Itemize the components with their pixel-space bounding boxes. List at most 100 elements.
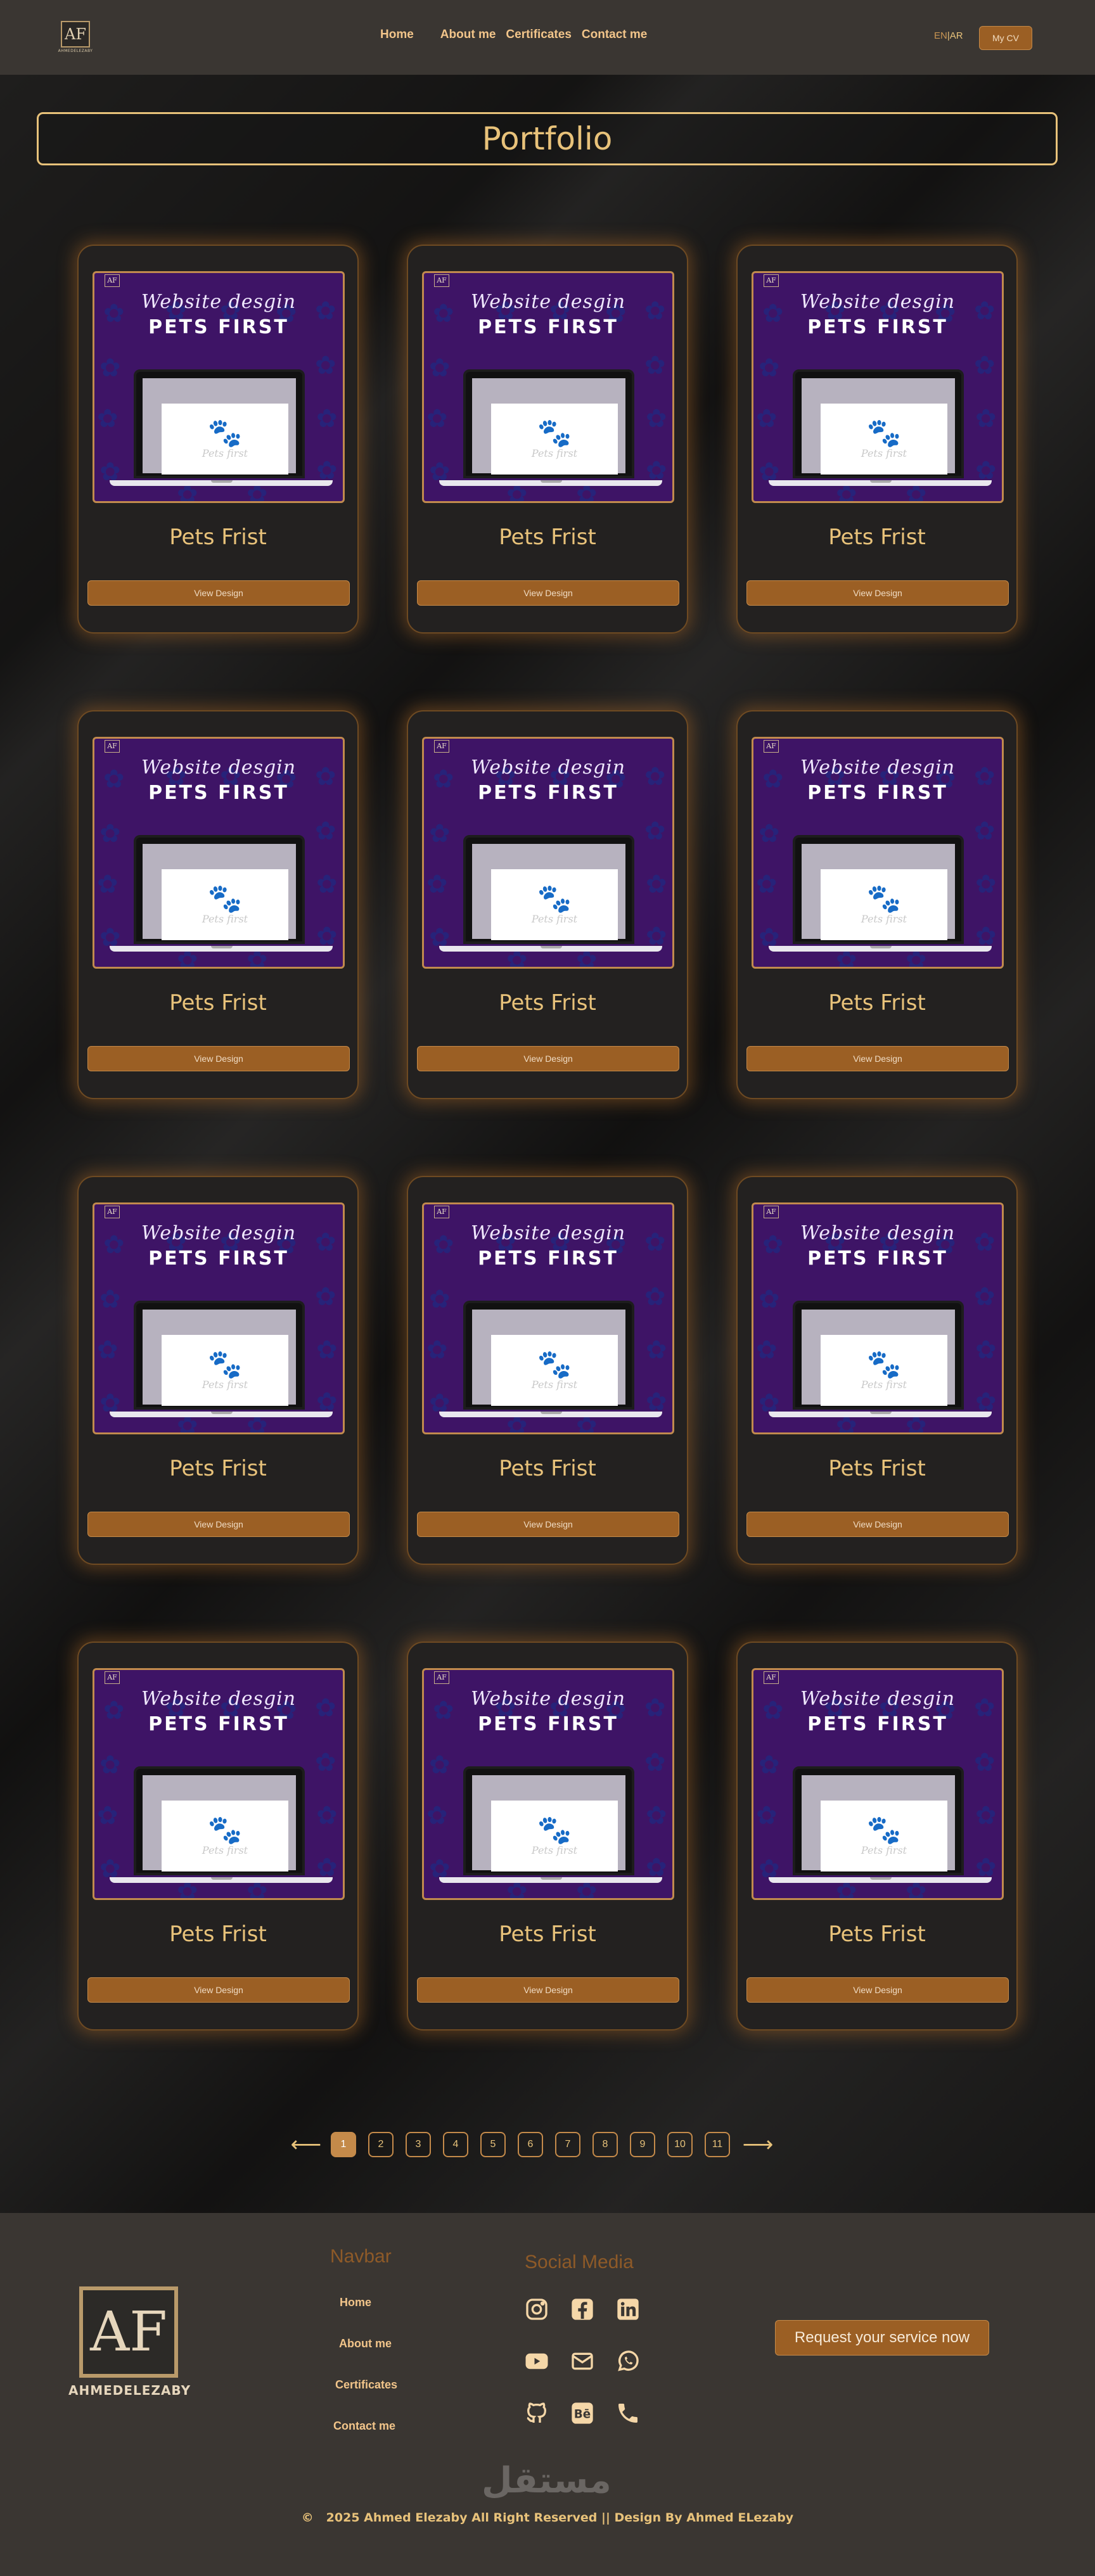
design-thumbnail[interactable]: ✿ ✿ ✿ ✿ ✿ ✿ ✿ ✿ ✿ ✿ ✿ ✿ ✿ AF Website desgin PETS FIR…	[752, 271, 1004, 503]
copyright-label: 2025 Ahmed Elezaby All Right Reserved ||…	[326, 2511, 794, 2525]
view-design-button[interactable]: View Design	[87, 1512, 350, 1537]
page-number[interactable]: 11	[705, 2132, 730, 2157]
view-design-button[interactable]: View Design	[746, 580, 1009, 606]
thumbnail-logo-icon: AF	[764, 1671, 779, 1684]
design-thumbnail[interactable]: ✿ ✿ ✿ ✿ ✿ ✿ ✿ ✿ ✿ ✿ ✿ ✿ ✿ AF Website desgin PETS FIR…	[93, 737, 345, 969]
view-design-button[interactable]: View Design	[417, 1512, 679, 1537]
thumbnail-script-text: Website desgin	[800, 756, 956, 779]
page-title: Portfolio	[482, 120, 613, 157]
page-number[interactable]: 8	[592, 2132, 618, 2157]
page-number[interactable]: 9	[630, 2132, 655, 2157]
view-design-button[interactable]: View Design	[746, 1046, 1009, 1071]
page-number[interactable]: 1	[331, 2132, 356, 2157]
paw-pattern-icon: ✿	[646, 922, 667, 951]
arrow-right-icon[interactable]: ⟶	[742, 2132, 774, 2157]
design-thumbnail[interactable]: ✿ ✿ ✿ ✿ ✿ ✿ ✿ ✿ ✿ ✿ ✿ ✿ ✿ AF Website desgin PETS FIR…	[422, 271, 674, 503]
footer-link-about[interactable]: About me	[339, 2337, 392, 2350]
mostaql-watermark: مستقل	[482, 2460, 612, 2501]
design-thumbnail[interactable]: ✿ ✿ ✿ ✿ ✿ ✿ ✿ ✿ ✿ ✿ ✿ ✿ ✿ AF Website desgin PETS FIR…	[752, 1202, 1004, 1434]
page-number[interactable]: 7	[555, 2132, 580, 2157]
footer-link-certificates[interactable]: Certificates	[335, 2378, 397, 2392]
nav-certificates[interactable]: Certificates	[506, 28, 572, 42]
thumbnail-logo-icon: AF	[764, 1206, 779, 1218]
thumbnail-logo-icon: AF	[105, 274, 120, 287]
thumbnail-logo-icon: AF	[105, 1671, 120, 1684]
screen-page: 🐾 Pets first	[491, 404, 618, 475]
thumbnail-logo-icon: AF	[434, 1671, 449, 1684]
paw-pattern-icon: ✿	[429, 1285, 451, 1314]
page-number[interactable]: 10	[667, 2132, 693, 2157]
view-design-button[interactable]: View Design	[87, 1977, 350, 2003]
logo-caption: AHMEDELEZABY	[58, 49, 93, 53]
email-icon[interactable]	[568, 2347, 596, 2375]
view-design-button[interactable]: View Design	[87, 1046, 350, 1071]
laptop-base	[110, 480, 333, 486]
whatsapp-icon[interactable]	[614, 2347, 642, 2375]
header-logo[interactable]: AF AHMEDELEZABY	[58, 21, 93, 55]
view-design-button[interactable]: View Design	[746, 1977, 1009, 2003]
nav-contact[interactable]: Contact me	[582, 28, 647, 42]
lang-en[interactable]: EN	[934, 30, 947, 41]
screen-text: Pets first	[531, 1378, 578, 1391]
design-thumbnail[interactable]: ✿ ✿ ✿ ✿ ✿ ✿ ✿ ✿ ✿ ✿ ✿ ✿ ✿ AF Website desgin PETS FIR…	[752, 737, 1004, 969]
footer-link-home[interactable]: Home	[340, 2296, 371, 2309]
design-thumbnail[interactable]: ✿ ✿ ✿ ✿ ✿ ✿ ✿ ✿ ✿ ✿ ✿ ✿ ✿ AF Website desgin PETS FIR…	[93, 271, 345, 503]
portfolio-card: ✿ ✿ ✿ ✿ ✿ ✿ ✿ ✿ ✿ ✿ ✿ ✿ ✿ AF Website desgin PETS FIR…	[77, 710, 359, 1099]
screen-text: Pets first	[531, 1844, 578, 1856]
youtube-icon[interactable]	[523, 2347, 551, 2375]
thumbnail-logo-icon: AF	[105, 740, 120, 753]
screen-text: Pets first	[531, 447, 578, 459]
footer-logo[interactable]: AF AHMEDELEZABY	[68, 2286, 190, 2398]
design-thumbnail[interactable]: ✿ ✿ ✿ ✿ ✿ ✿ ✿ ✿ ✿ ✿ ✿ ✿ ✿ AF Website desgin PETS FIR…	[422, 737, 674, 969]
footer-navbar-title: Navbar	[330, 2246, 392, 2267]
my-cv-button[interactable]: My CV	[979, 26, 1032, 50]
portfolio-card: ✿ ✿ ✿ ✿ ✿ ✿ ✿ ✿ ✿ ✿ ✿ ✿ ✿ AF Website desgin PETS FIR…	[736, 710, 1018, 1099]
laptop-base	[110, 1877, 333, 1883]
thumbnail-heading: PETS FIRST	[807, 1713, 948, 1735]
card-title: Pets Frist	[828, 1922, 926, 1947]
design-thumbnail[interactable]: ✿ ✿ ✿ ✿ ✿ ✿ ✿ ✿ ✿ ✿ ✿ ✿ ✿ AF Website desgin PETS FIR…	[422, 1668, 674, 1900]
footer-link-contact[interactable]: Contact me	[333, 2420, 395, 2433]
footer-social-title: Social Media	[525, 2252, 634, 2273]
view-design-button[interactable]: View Design	[746, 1512, 1009, 1537]
paw-logo-icon: 🐾	[866, 1348, 902, 1380]
laptop-base	[439, 1877, 662, 1883]
facebook-icon[interactable]	[568, 2295, 596, 2323]
paw-pattern-icon: ✿	[97, 870, 118, 899]
instagram-icon[interactable]	[523, 2295, 551, 2323]
footer: AF AHMEDELEZABY Navbar Home About me Cer…	[0, 2213, 1095, 2576]
portfolio-card: ✿ ✿ ✿ ✿ ✿ ✿ ✿ ✿ ✿ ✿ ✿ ✿ ✿ AF Website desgin PETS FIR…	[77, 1176, 359, 1565]
paw-logo-icon: 🐾	[537, 882, 572, 915]
nav-about[interactable]: About me	[440, 28, 496, 42]
arrow-left-icon[interactable]: ⟵	[290, 2132, 322, 2157]
github-icon[interactable]	[523, 2399, 551, 2427]
design-thumbnail[interactable]: ✿ ✿ ✿ ✿ ✿ ✿ ✿ ✿ ✿ ✿ ✿ ✿ ✿ AF Website desgin PETS FIR…	[422, 1202, 674, 1434]
view-design-button[interactable]: View Design	[87, 580, 350, 606]
nav-home[interactable]: Home	[380, 28, 414, 42]
view-design-button[interactable]: View Design	[417, 1046, 679, 1071]
view-design-button[interactable]: View Design	[417, 580, 679, 606]
paw-logo-icon: 🐾	[207, 1348, 243, 1380]
request-service-button[interactable]: Request your service now	[775, 2320, 989, 2356]
thumbnail-heading: PETS FIRST	[478, 782, 618, 804]
page-number[interactable]: 3	[406, 2132, 431, 2157]
linkedin-icon[interactable]	[614, 2295, 642, 2323]
design-thumbnail[interactable]: ✿ ✿ ✿ ✿ ✿ ✿ ✿ ✿ ✿ ✿ ✿ ✿ ✿ AF Website desgin PETS FIR…	[93, 1668, 345, 1900]
design-thumbnail[interactable]: ✿ ✿ ✿ ✿ ✿ ✿ ✿ ✿ ✿ ✿ ✿ ✿ ✿ AF Website desgin PETS FIR…	[93, 1202, 345, 1434]
behance-icon[interactable]: Bē	[568, 2399, 596, 2427]
lang-ar[interactable]: AR	[950, 30, 963, 41]
thumbnail-heading: PETS FIRST	[807, 782, 948, 804]
phone-icon[interactable]	[614, 2399, 642, 2427]
laptop-screen: 🐾 Pets first	[472, 378, 625, 475]
thumbnail-heading: PETS FIRST	[148, 316, 289, 338]
page-number[interactable]: 4	[443, 2132, 468, 2157]
page-number[interactable]: 5	[480, 2132, 506, 2157]
page-number[interactable]: 6	[518, 2132, 543, 2157]
view-design-button[interactable]: View Design	[417, 1977, 679, 2003]
page-number[interactable]: 2	[368, 2132, 394, 2157]
screen-text: Pets first	[531, 912, 578, 925]
paw-pattern-icon: ✿	[316, 1801, 338, 1830]
card-title: Pets Frist	[169, 990, 267, 1016]
design-thumbnail[interactable]: ✿ ✿ ✿ ✿ ✿ ✿ ✿ ✿ ✿ ✿ ✿ ✿ ✿ AF Website desgin PETS FIR…	[752, 1668, 1004, 1900]
paw-pattern-icon: ✿	[99, 1750, 121, 1780]
